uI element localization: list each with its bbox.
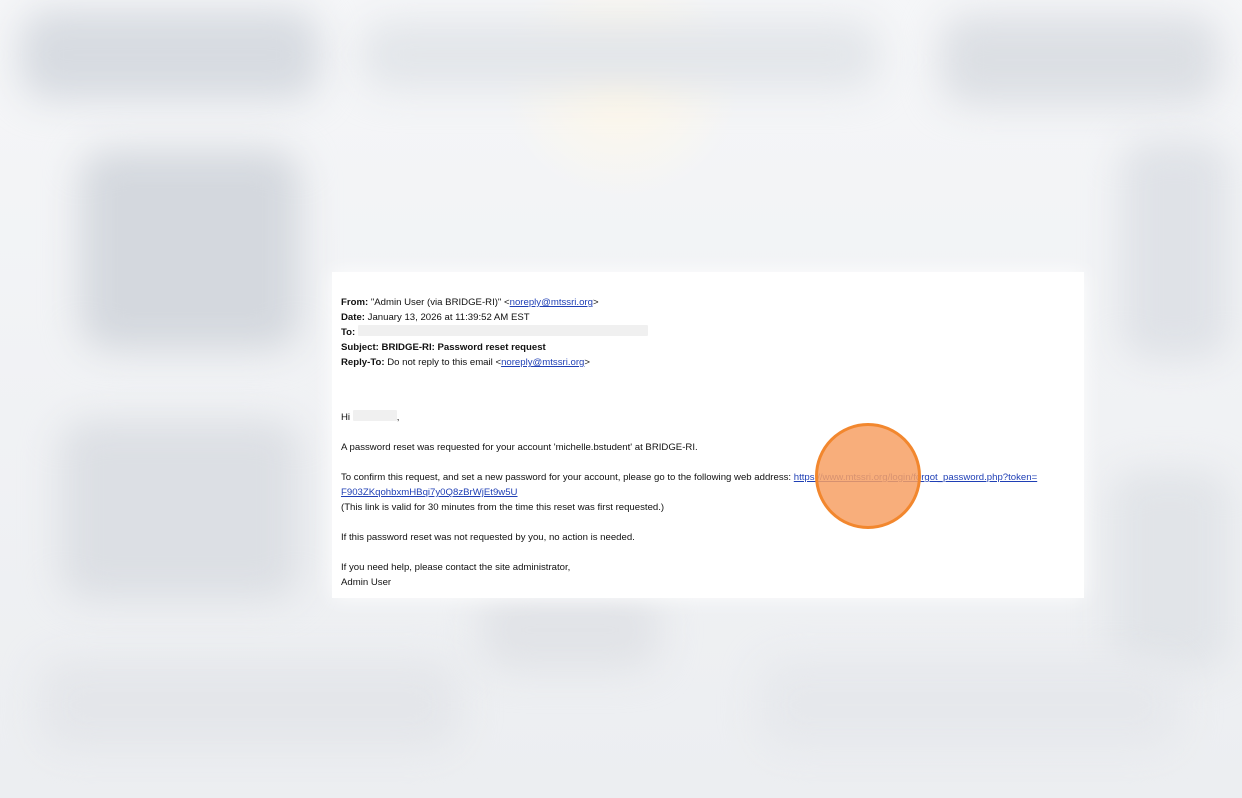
- from-name: "Admin User (via BRIDGE-RI)": [370, 297, 502, 308]
- to-row: To:: [341, 325, 648, 340]
- click-highlight-cursor-icon: [815, 423, 921, 529]
- no-action-note: If this password reset was not requested…: [341, 532, 635, 543]
- email-body: Hi , A password reset was requested for …: [341, 410, 1076, 590]
- email-header: From: "Admin User (via BRIDGE-RI)" <nore…: [341, 295, 648, 370]
- reset-requested-text: A password reset was requested for your …: [341, 442, 698, 453]
- reset-password-link-token[interactable]: F903ZKqohbxmHBqi7y0Q8zBrWjEt9w5U: [341, 487, 518, 498]
- date-row: Date: January 13, 2026 at 11:39:52 AM ES…: [341, 310, 648, 325]
- link-validity-note: (This link is valid for 30 minutes from …: [341, 502, 665, 513]
- signature: Admin User: [341, 577, 392, 588]
- reset-link-token-line: F903ZKqohbxmHBqi7y0Q8zBrWjEt9w5U: [341, 485, 1076, 500]
- subject-label: Subject:: [341, 342, 379, 353]
- to-label: To:: [341, 327, 356, 338]
- email-message: From: "Admin User (via BRIDGE-RI)" <nore…: [332, 272, 1084, 598]
- subject-value: BRIDGE-RI: Password reset request: [381, 342, 546, 353]
- redacted-recipient: [357, 325, 648, 336]
- confirm-request-line: To confirm this request, and set a new p…: [341, 470, 1076, 485]
- reply-to-row: Reply-To: Do not reply to this email <no…: [341, 357, 590, 368]
- help-line: If you need help, please contact the sit…: [341, 562, 571, 573]
- redacted-name: [352, 410, 397, 421]
- greeting-line: Hi ,: [341, 410, 400, 423]
- from-row: From: "Admin User (via BRIDGE-RI)" <nore…: [341, 297, 599, 308]
- greeting: Hi: [341, 412, 351, 423]
- date-label: Date:: [341, 312, 365, 323]
- subject-row: Subject: BRIDGE-RI: Password reset reque…: [341, 340, 648, 355]
- reply-to-text: Do not reply to this email: [387, 357, 493, 368]
- reply-to-email-link[interactable]: noreply@mtssri.org: [501, 357, 584, 368]
- confirm-instructions: To confirm this request, and set a new p…: [341, 472, 792, 483]
- reply-to-label: Reply-To:: [341, 357, 385, 368]
- date-value: January 13, 2026 at 11:39:52 AM EST: [367, 312, 530, 323]
- from-email-link[interactable]: noreply@mtssri.org: [510, 297, 593, 308]
- from-label: From:: [341, 297, 369, 308]
